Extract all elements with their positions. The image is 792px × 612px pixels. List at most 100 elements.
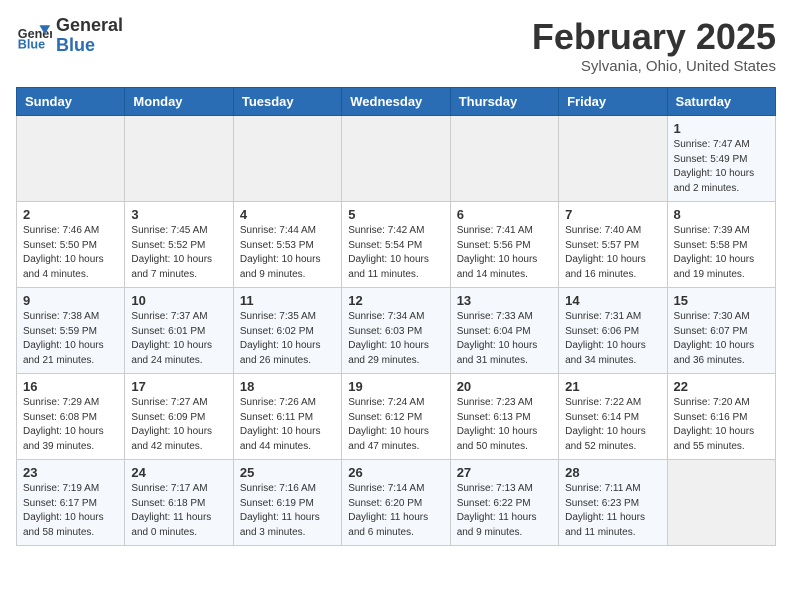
day-number: 2	[23, 207, 118, 222]
day-cell: 25Sunrise: 7:16 AM Sunset: 6:19 PM Dayli…	[233, 460, 341, 546]
day-cell: 26 Sunrise: 7:14 AM Sunset: 6:20 PM Dayli…	[342, 460, 450, 546]
day-info: Sunrise: 7:23 AM Sunset: 6:13 PM Dayligh…	[457, 396, 552, 454]
day-cell: 14 Sunrise: 7:31 AM Sunset: 6:06 PM Dayli…	[559, 288, 667, 374]
day-info: Sunrise: 7:45 AM Sunset: 5:52 PM Dayligh…	[131, 224, 226, 282]
day-number: 22	[674, 379, 769, 394]
weekday-header-tuesday: Tuesday	[233, 88, 341, 116]
day-cell: 2 Sunrise: 7:46 AM Sunset: 5:50 PM Daylig…	[17, 202, 125, 288]
day-number: 20	[457, 379, 552, 394]
day-cell: 10 Sunrise: 7:37 AM Sunset: 6:01 PM Dayli…	[125, 288, 233, 374]
day-cell: 6 Sunrise: 7:41 AM Sunset: 5:56 PM Daylig…	[450, 202, 558, 288]
day-number: 12	[348, 293, 443, 308]
day-cell: 4 Sunrise: 7:44 AM Sunset: 5:53 PM Daylig…	[233, 202, 341, 288]
day-number: 6	[457, 207, 552, 222]
day-cell	[450, 116, 558, 202]
title-block: February 2025 Sylvania, Ohio, United Sta…	[532, 16, 776, 75]
day-cell	[17, 116, 125, 202]
day-cell: 19Sunrise: 7:24 AM Sunset: 6:12 PM Dayli…	[342, 374, 450, 460]
weekday-header-row: SundayMondayTuesdayWednesdayThursdayFrid…	[17, 88, 776, 116]
day-info: Sunrise: 7:39 AM Sunset: 5:58 PM Dayligh…	[674, 224, 769, 282]
day-number: 23	[23, 465, 118, 480]
day-cell: 27 Sunrise: 7:13 AM Sunset: 6:22 PM Dayli…	[450, 460, 558, 546]
week-row-1: 1Sunrise: 7:47 AM Sunset: 5:49 PM Daylig…	[17, 116, 776, 202]
day-cell: 17 Sunrise: 7:27 AM Sunset: 6:09 PM Dayli…	[125, 374, 233, 460]
day-info: Sunrise: 7:35 AM Sunset: 6:02 PM Dayligh…	[240, 310, 335, 368]
day-info: Sunrise: 7:44 AM Sunset: 5:53 PM Dayligh…	[240, 224, 335, 282]
day-number: 3	[131, 207, 226, 222]
day-info: Sunrise: 7:41 AM Sunset: 5:56 PM Dayligh…	[457, 224, 552, 282]
day-info: Sunrise: 7:16 AM Sunset: 6:19 PM Dayligh…	[240, 482, 335, 540]
logo-blue-text: Blue	[56, 36, 123, 56]
day-number: 28	[565, 465, 660, 480]
day-info: Sunrise: 7:22 AM Sunset: 6:14 PM Dayligh…	[565, 396, 660, 454]
calendar-table: SundayMondayTuesdayWednesdayThursdayFrid…	[16, 87, 776, 546]
day-cell: 20 Sunrise: 7:23 AM Sunset: 6:13 PM Dayli…	[450, 374, 558, 460]
day-cell	[233, 116, 341, 202]
weekday-header-monday: Monday	[125, 88, 233, 116]
day-cell: 9 Sunrise: 7:38 AM Sunset: 5:59 PM Daylig…	[17, 288, 125, 374]
weekday-header-friday: Friday	[559, 88, 667, 116]
day-info: Sunrise: 7:38 AM Sunset: 5:59 PM Dayligh…	[23, 310, 118, 368]
day-cell: 12 Sunrise: 7:34 AM Sunset: 6:03 PM Dayli…	[342, 288, 450, 374]
day-number: 7	[565, 207, 660, 222]
day-cell: 28Sunrise: 7:11 AM Sunset: 6:23 PM Dayli…	[559, 460, 667, 546]
day-info: Sunrise: 7:40 AM Sunset: 5:57 PM Dayligh…	[565, 224, 660, 282]
week-row-5: 23 Sunrise: 7:19 AM Sunset: 6:17 PM Dayli…	[17, 460, 776, 546]
day-number: 17	[131, 379, 226, 394]
weekday-header-wednesday: Wednesday	[342, 88, 450, 116]
day-number: 14	[565, 293, 660, 308]
day-info: Sunrise: 7:14 AM Sunset: 6:20 PM Dayligh…	[348, 482, 443, 540]
day-number: 10	[131, 293, 226, 308]
day-cell: 23 Sunrise: 7:19 AM Sunset: 6:17 PM Dayli…	[17, 460, 125, 546]
day-number: 9	[23, 293, 118, 308]
weekday-header-saturday: Saturday	[667, 88, 775, 116]
day-number: 16	[23, 379, 118, 394]
calendar-subtitle: Sylvania, Ohio, United States	[532, 58, 776, 75]
day-number: 5	[348, 207, 443, 222]
page-header: General Blue General Blue February 2025 …	[16, 16, 776, 75]
day-info: Sunrise: 7:42 AM Sunset: 5:54 PM Dayligh…	[348, 224, 443, 282]
week-row-2: 2 Sunrise: 7:46 AM Sunset: 5:50 PM Daylig…	[17, 202, 776, 288]
logo: General Blue General Blue	[16, 16, 123, 56]
day-info: Sunrise: 7:33 AM Sunset: 6:04 PM Dayligh…	[457, 310, 552, 368]
weekday-header-sunday: Sunday	[17, 88, 125, 116]
logo-icon: General Blue	[16, 18, 52, 54]
day-cell: 21 Sunrise: 7:22 AM Sunset: 6:14 PM Dayli…	[559, 374, 667, 460]
day-number: 15	[674, 293, 769, 308]
day-cell	[125, 116, 233, 202]
day-info: Sunrise: 7:27 AM Sunset: 6:09 PM Dayligh…	[131, 396, 226, 454]
day-number: 11	[240, 293, 335, 308]
day-info: Sunrise: 7:17 AM Sunset: 6:18 PM Dayligh…	[131, 482, 226, 540]
day-cell	[559, 116, 667, 202]
day-number: 26	[348, 465, 443, 480]
day-cell: 11 Sunrise: 7:35 AM Sunset: 6:02 PM Dayli…	[233, 288, 341, 374]
day-info: Sunrise: 7:37 AM Sunset: 6:01 PM Dayligh…	[131, 310, 226, 368]
week-row-3: 9 Sunrise: 7:38 AM Sunset: 5:59 PM Daylig…	[17, 288, 776, 374]
day-info: Sunrise: 7:29 AM Sunset: 6:08 PM Dayligh…	[23, 396, 118, 454]
day-cell: 1Sunrise: 7:47 AM Sunset: 5:49 PM Daylig…	[667, 116, 775, 202]
day-cell: 24 Sunrise: 7:17 AM Sunset: 6:18 PM Dayli…	[125, 460, 233, 546]
weekday-header-thursday: Thursday	[450, 88, 558, 116]
svg-text:Blue: Blue	[18, 37, 45, 51]
day-number: 4	[240, 207, 335, 222]
day-cell: 5 Sunrise: 7:42 AM Sunset: 5:54 PM Daylig…	[342, 202, 450, 288]
day-info: Sunrise: 7:26 AM Sunset: 6:11 PM Dayligh…	[240, 396, 335, 454]
day-info: Sunrise: 7:46 AM Sunset: 5:50 PM Dayligh…	[23, 224, 118, 282]
day-cell: 3 Sunrise: 7:45 AM Sunset: 5:52 PM Daylig…	[125, 202, 233, 288]
day-cell: 22Sunrise: 7:20 AM Sunset: 6:16 PM Dayli…	[667, 374, 775, 460]
day-cell	[342, 116, 450, 202]
day-cell: 18 Sunrise: 7:26 AM Sunset: 6:11 PM Dayli…	[233, 374, 341, 460]
day-info: Sunrise: 7:47 AM Sunset: 5:49 PM Dayligh…	[674, 138, 769, 196]
day-number: 18	[240, 379, 335, 394]
day-cell: 16 Sunrise: 7:29 AM Sunset: 6:08 PM Dayli…	[17, 374, 125, 460]
day-info: Sunrise: 7:34 AM Sunset: 6:03 PM Dayligh…	[348, 310, 443, 368]
day-number: 21	[565, 379, 660, 394]
day-info: Sunrise: 7:19 AM Sunset: 6:17 PM Dayligh…	[23, 482, 118, 540]
day-info: Sunrise: 7:13 AM Sunset: 6:22 PM Dayligh…	[457, 482, 552, 540]
day-cell	[667, 460, 775, 546]
day-number: 24	[131, 465, 226, 480]
day-number: 13	[457, 293, 552, 308]
day-number: 19	[348, 379, 443, 394]
day-number: 27	[457, 465, 552, 480]
day-info: Sunrise: 7:31 AM Sunset: 6:06 PM Dayligh…	[565, 310, 660, 368]
